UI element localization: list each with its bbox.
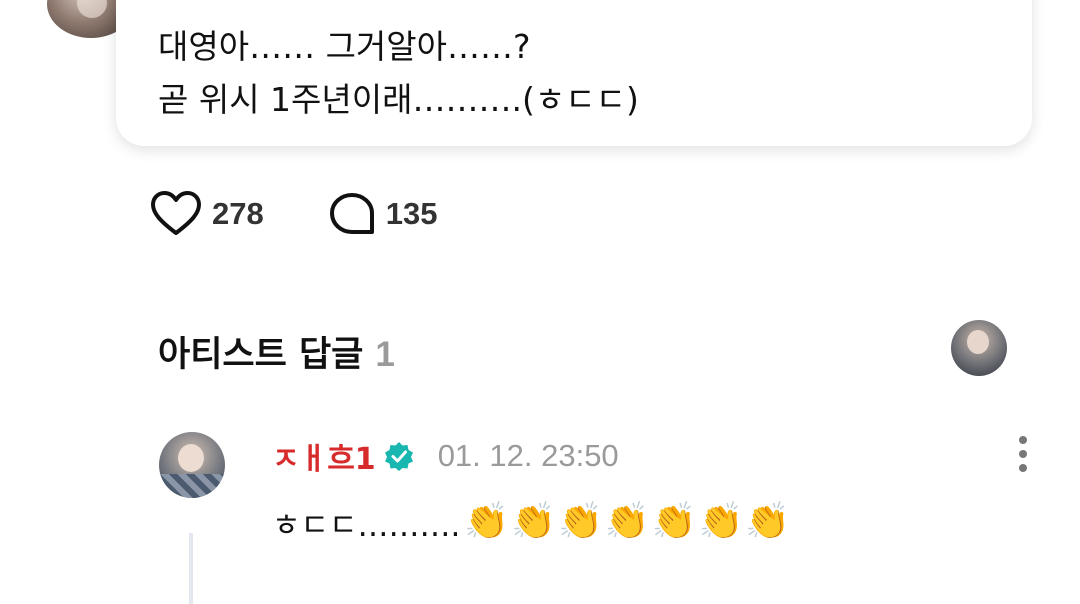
comment-bubble-icon (329, 193, 374, 234)
reaction-bar: 278 135 (150, 190, 501, 238)
like-count: 278 (212, 196, 264, 231)
post-line-1: 대영아…… 그거알아……? (158, 27, 531, 66)
comment-text: ㅎㄷㄷ………. (272, 507, 461, 544)
comment-author-avatar[interactable] (159, 432, 225, 498)
heart-icon (151, 191, 201, 235)
clap-emoji: 👏 (698, 501, 744, 542)
comment-button[interactable]: 135 (328, 192, 438, 236)
artist-replies-title: 아티스트 답글 (158, 335, 364, 375)
more-vertical-icon (1019, 436, 1027, 444)
clap-emoji: 👏 (558, 501, 603, 542)
post-line-2: 곧 위시 1주년이래……….(ㅎㄷㄷ) (158, 80, 639, 119)
clap-emoji: 👏 (651, 501, 697, 542)
comment-count: 135 (385, 196, 438, 231)
comment-username[interactable]: ㅈㅐ흐1 (272, 434, 376, 478)
clap-emoji: 👏 (604, 501, 650, 542)
like-button[interactable]: 278 (150, 190, 264, 238)
more-vertical-icon (1019, 450, 1027, 458)
comment-body: ㅎㄷㄷ………. 👏 👏 👏 👏 👏 👏 👏 (272, 498, 792, 546)
artist-replies-header: 아티스트 답글 1 (158, 326, 395, 377)
verified-badge-icon (384, 441, 414, 471)
clap-emoji: 👏 (511, 501, 557, 542)
thread-line (189, 533, 193, 604)
artist-replies-count: 1 (375, 335, 395, 374)
clap-emoji-group: 👏 👏 👏 👏 👏 👏 👏 (464, 500, 792, 544)
more-options-button[interactable] (1010, 434, 1036, 474)
clap-emoji: 👏 (745, 501, 791, 542)
artist-avatar[interactable] (951, 320, 1007, 376)
page: 대영아…… 그거알아……? 곧 위시 1주년이래……….(ㅎㄷㄷ) 278 13… (0, 0, 1080, 604)
comment-meta: ㅈㅐ흐1 01. 12. 23:50 (272, 434, 619, 478)
more-vertical-icon (1019, 464, 1027, 472)
clap-emoji: 👏 (464, 501, 510, 542)
post-text: 대영아…… 그거알아……? 곧 위시 1주년이래……….(ㅎㄷㄷ) (158, 20, 639, 126)
comment-timestamp: 01. 12. 23:50 (437, 438, 619, 473)
